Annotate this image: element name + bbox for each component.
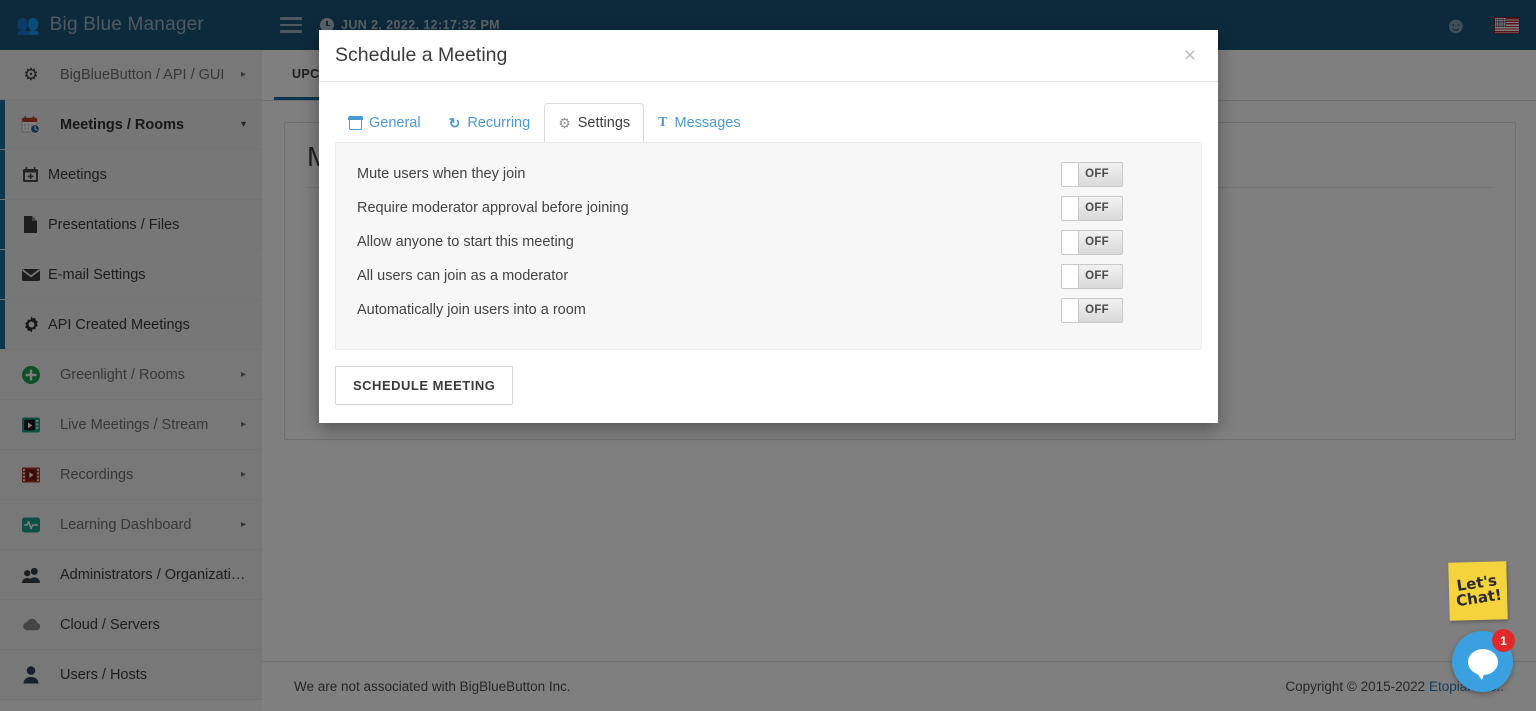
toggle-knob	[1062, 298, 1079, 322]
modal-tab-bar: General ↻ Recurring ⚙ Settings T Message…	[319, 102, 1218, 143]
chat-unread-badge: 1	[1492, 629, 1515, 652]
text-t-icon: T	[658, 115, 668, 130]
toggle-state: OFF	[1085, 304, 1109, 316]
schedule-meeting-button[interactable]: SCHEDULE MEETING	[335, 366, 514, 405]
modal-header: Schedule a Meeting ×	[319, 30, 1218, 82]
tab-label: Settings	[577, 115, 631, 131]
modal-footer: SCHEDULE MEETING	[319, 350, 1218, 423]
toggle-knob	[1062, 196, 1079, 220]
toggle-auto-join-room[interactable]: OFF	[1061, 297, 1123, 323]
setting-label: Automatically join users into a room	[357, 302, 586, 318]
modal-title: Schedule a Meeting	[335, 44, 508, 66]
tab-label: Messages	[674, 115, 741, 131]
toggle-moderator-approval[interactable]: OFF	[1061, 195, 1123, 221]
tab-general[interactable]: General	[335, 103, 435, 143]
toggle-knob	[1062, 230, 1079, 254]
tab-recurring[interactable]: ↻ Recurring	[435, 103, 545, 143]
toggle-mute-users[interactable]: OFF	[1061, 161, 1123, 187]
setting-row-allow-anyone-start: Allow anyone to start this meeting OFF	[336, 225, 1201, 259]
modal-body: Mute users when they join OFF Require mo…	[319, 142, 1218, 350]
setting-label: Mute users when they join	[357, 166, 526, 182]
toggle-state: OFF	[1085, 270, 1109, 282]
toggle-state: OFF	[1085, 168, 1109, 180]
settings-panel: Mute users when they join OFF Require mo…	[335, 142, 1202, 350]
toggle-knob	[1062, 162, 1079, 186]
setting-row-auto-join-room: Automatically join users into a room OFF	[336, 293, 1201, 327]
chat-bubble-icon	[1467, 648, 1498, 680]
setting-label: Require moderator approval before joinin…	[357, 200, 629, 216]
calendar-icon	[348, 115, 363, 130]
setting-row-mute-users: Mute users when they join OFF	[336, 157, 1201, 191]
redo-icon: ↻	[448, 115, 461, 131]
schedule-meeting-modal: Schedule a Meeting × General ↻ Recurring…	[319, 30, 1218, 423]
toggle-state: OFF	[1085, 202, 1109, 214]
setting-label: All users can join as a moderator	[357, 268, 569, 284]
toggle-state: OFF	[1085, 236, 1109, 248]
tab-settings[interactable]: ⚙ Settings	[544, 103, 645, 143]
tab-label: Recurring	[467, 115, 531, 131]
toggle-allow-anyone-start[interactable]: OFF	[1061, 229, 1123, 255]
app-root: 👥 Big Blue Manager JUN 2, 2022, 12:17:32…	[0, 0, 1536, 711]
lets-chat-sticky-note[interactable]: Let's Chat!	[1448, 561, 1508, 621]
setting-row-all-users-moderator: All users can join as a moderator OFF	[336, 259, 1201, 293]
toggle-all-users-moderator[interactable]: OFF	[1061, 263, 1123, 289]
setting-row-moderator-approval: Require moderator approval before joinin…	[336, 191, 1201, 225]
chat-launcher-button[interactable]: 1	[1452, 629, 1515, 692]
setting-label: Allow anyone to start this meeting	[357, 234, 574, 250]
toggle-knob	[1062, 264, 1079, 288]
tab-label: General	[369, 115, 421, 131]
tab-messages[interactable]: T Messages	[644, 103, 754, 143]
gear-icon: ⚙	[558, 115, 571, 131]
close-icon[interactable]: ×	[1184, 45, 1196, 66]
